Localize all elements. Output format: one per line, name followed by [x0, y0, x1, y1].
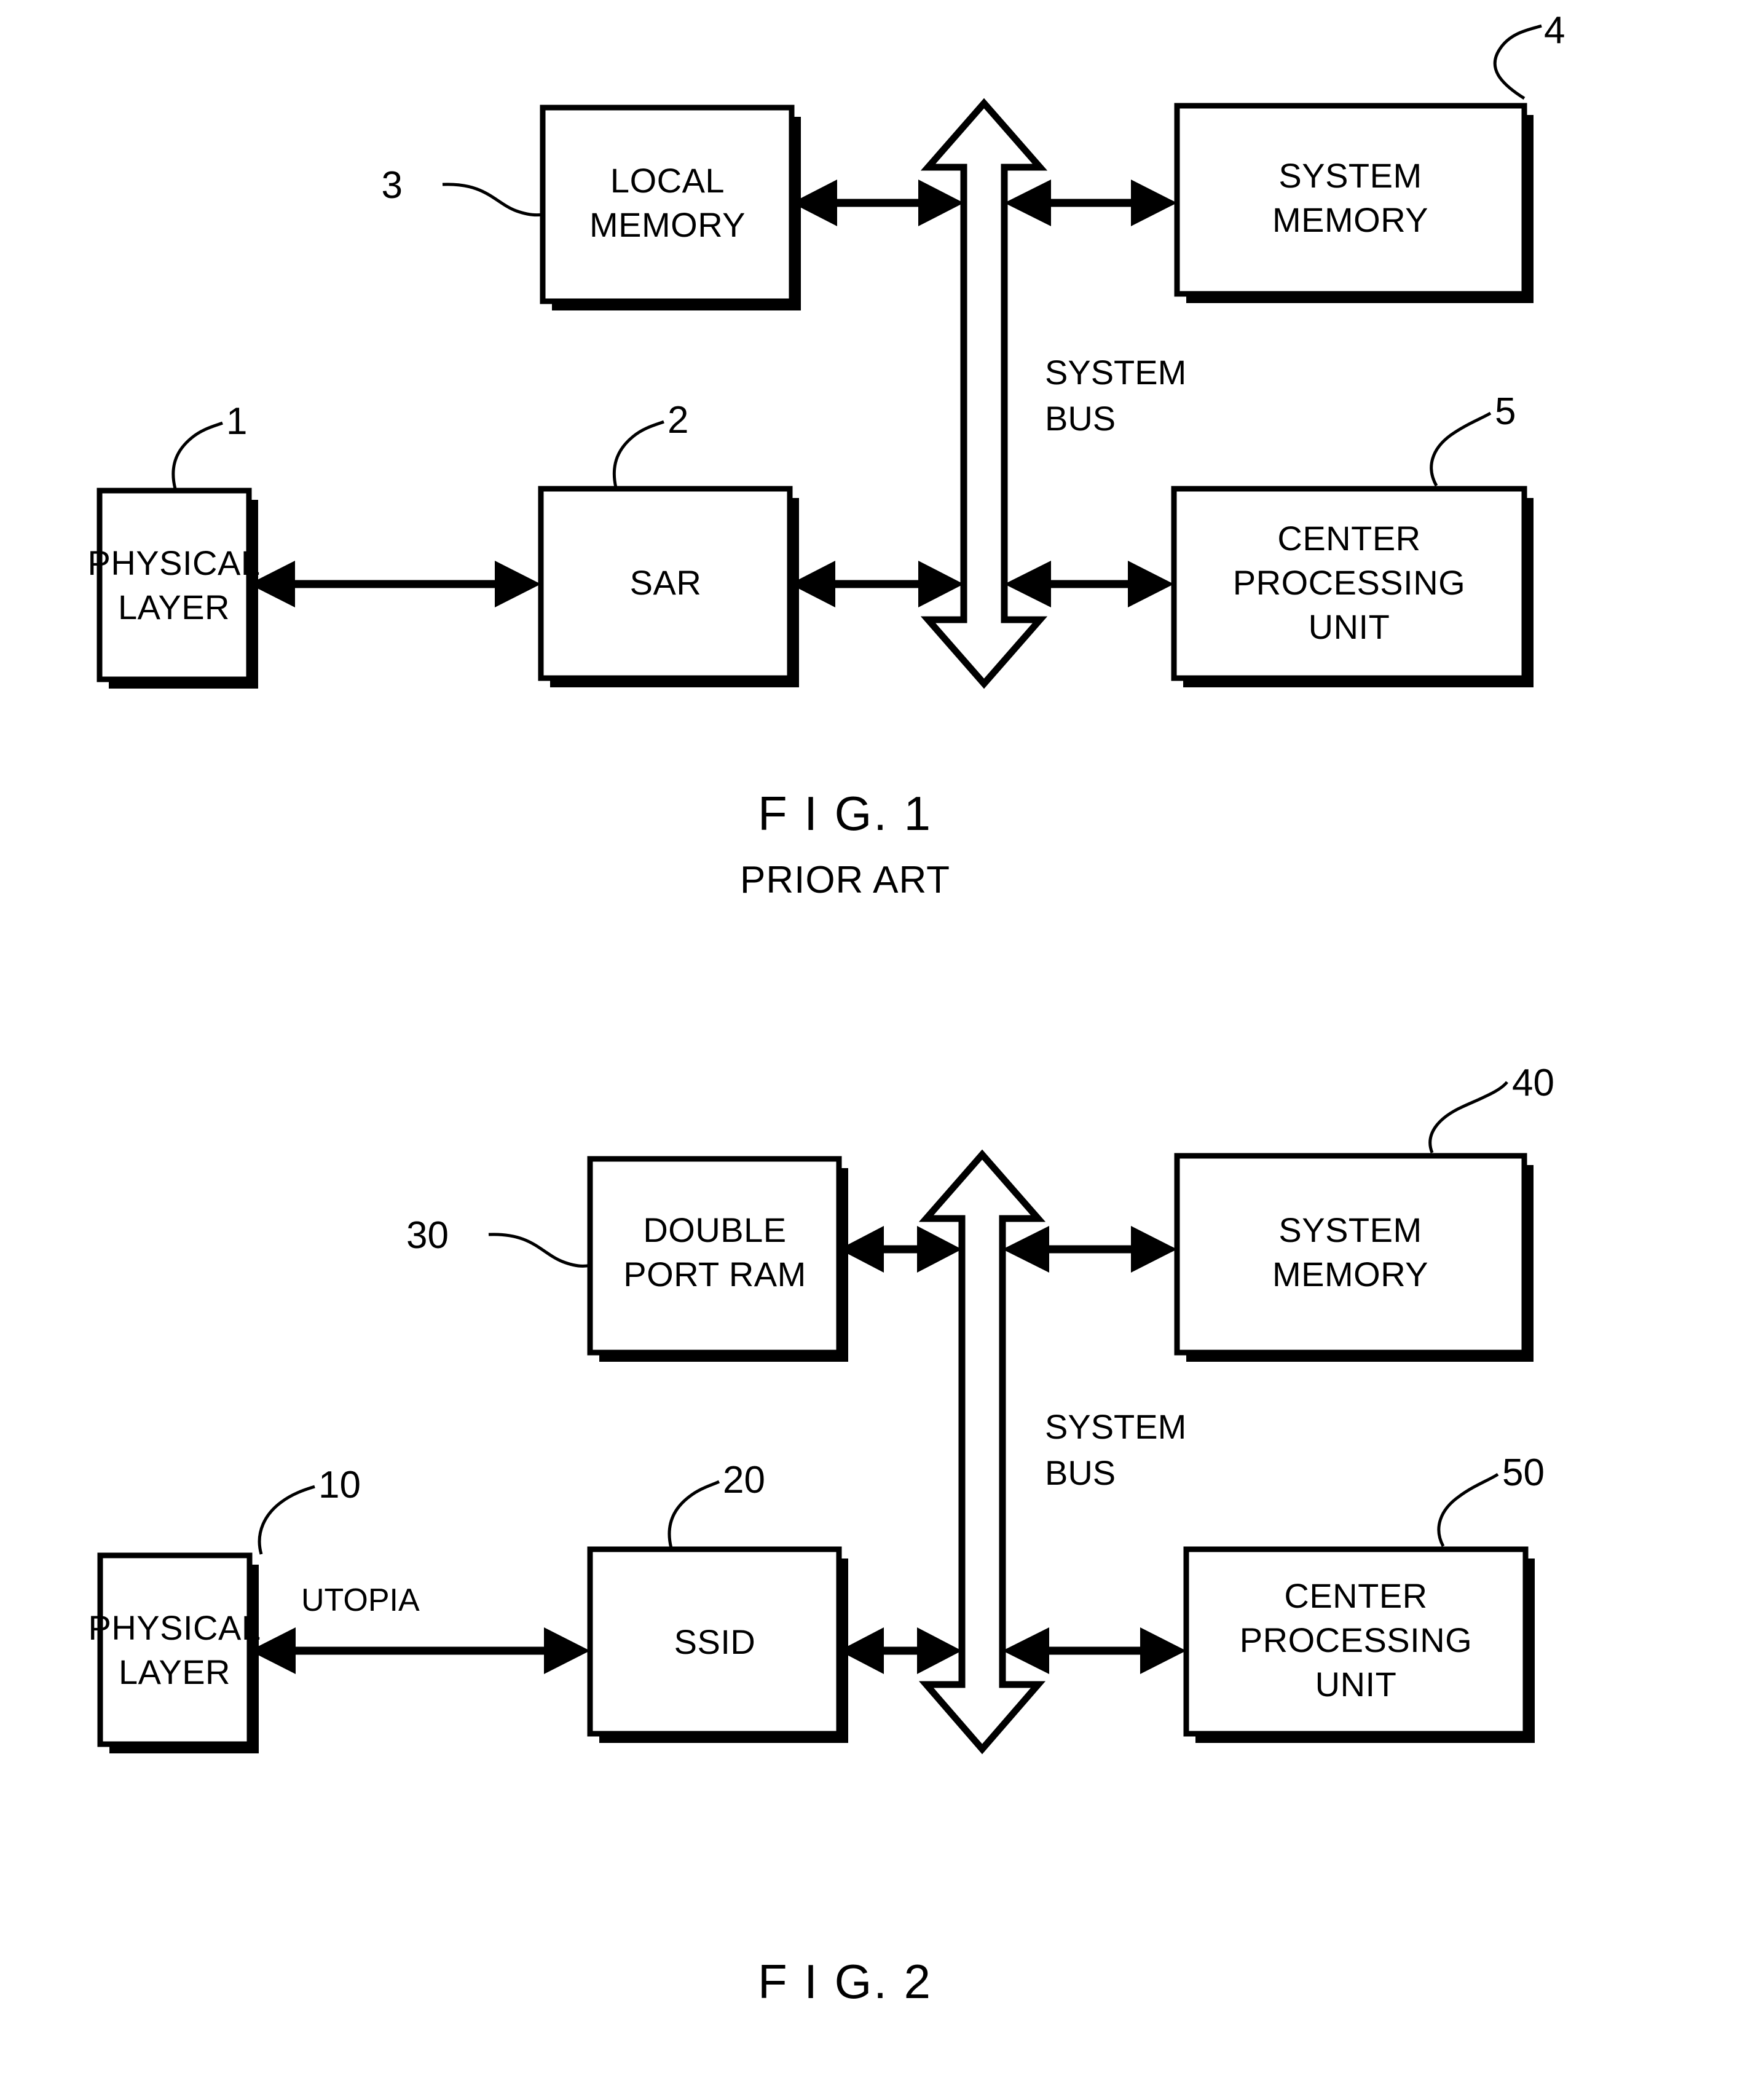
fig2-double-port-ram-label-line2: PORT RAM	[623, 1255, 806, 1294]
fig1-physical-layer-label-line2: LAYER	[118, 588, 230, 626]
fig1-system-bus-arrow	[920, 98, 1048, 689]
fig1-ref-number-4: 4	[1544, 9, 1565, 52]
fig2-center-processing-unit-box: CENTER PROCESSING UNIT	[1183, 1546, 1535, 1743]
fig1-ref-number-1: 1	[226, 400, 247, 443]
fig2-title: F I G. 2	[758, 1954, 932, 2009]
fig1-cpu-label-line2: PROCESSING	[1233, 563, 1465, 602]
fig2-double-port-ram-leader-line	[488, 1233, 591, 1268]
fig2-ref-number-30: 30	[406, 1214, 449, 1257]
fig2-system-memory-label-line1: SYSTEM	[1278, 1211, 1422, 1249]
fig1-local-memory-box: LOCAL MEMORY	[540, 105, 801, 310]
fig1-subtitle: PRIOR ART	[740, 859, 950, 901]
fig1-connector-local-memory-to-bus	[792, 180, 964, 226]
fig2-cpu-leader-line	[1437, 1472, 1499, 1547]
fig2-connector-double-port-ram-to-bus	[839, 1226, 962, 1273]
fig1-system-memory-box: SYSTEM MEMORY	[1174, 103, 1534, 303]
fig1-system-bus-label-line2: BUS	[1045, 399, 1116, 438]
fig2-system-memory-label-line2: MEMORY	[1272, 1255, 1428, 1294]
fig2-physical-layer-label-line2: LAYER	[119, 1653, 230, 1691]
fig2-system-memory-box: SYSTEM MEMORY	[1174, 1153, 1534, 1362]
fig1-system-memory-label-line2: MEMORY	[1272, 200, 1428, 239]
fig2-physical-layer-label-line1: PHYSICAL	[89, 1608, 261, 1647]
fig1-sar-leader-line	[612, 420, 664, 488]
fig2-cpu-label-line1: CENTER	[1284, 1576, 1427, 1615]
fig1-connector-physical-layer-to-sar	[249, 561, 541, 607]
figure-1: LOCAL MEMORY 3 SYSTEM MEMORY 4 PHYSICAL …	[88, 9, 1565, 901]
fig1-physical-layer-label-line1: PHYSICAL	[88, 543, 261, 582]
fig2-cpu-label-line2: PROCESSING	[1240, 1621, 1472, 1659]
fig1-system-memory-label-line1: SYSTEM	[1278, 156, 1422, 195]
fig1-sar-box: SAR	[538, 486, 799, 687]
patent-drawing-sheet: LOCAL MEMORY 3 SYSTEM MEMORY 4 PHYSICAL …	[0, 0, 1764, 2078]
fig1-sar-label: SAR	[630, 563, 702, 602]
fig1-ref-number-3: 3	[382, 164, 403, 207]
fig2-ssid-leader-line	[667, 1480, 720, 1549]
fig2-system-memory-leader-line	[1428, 1081, 1508, 1153]
fig2-connector-ssid-to-bus	[839, 1627, 962, 1674]
fig1-ref-number-2: 2	[667, 399, 688, 441]
fig2-double-port-ram-box: DOUBLE PORT RAM	[587, 1156, 848, 1362]
fig1-physical-layer-box: PHYSICAL LAYER	[88, 488, 261, 689]
fig1-local-memory-label-line1: LOCAL	[610, 161, 725, 200]
fig1-center-processing-unit-box: CENTER PROCESSING UNIT	[1171, 486, 1534, 687]
fig2-ref-number-50: 50	[1502, 1452, 1545, 1494]
figures-canvas: LOCAL MEMORY 3 SYSTEM MEMORY 4 PHYSICAL …	[88, 9, 1565, 2009]
fig2-ref-number-20: 20	[723, 1459, 765, 1501]
fig2-connector-bus-to-cpu	[1002, 1627, 1186, 1674]
fig2-physical-layer-leader-line	[258, 1485, 315, 1555]
fig1-system-memory-leader-line	[1493, 24, 1542, 100]
fig2-connector-bus-to-system-memory	[1002, 1226, 1177, 1273]
fig1-ref-number-5: 5	[1495, 390, 1516, 433]
fig1-cpu-label-line3: UNIT	[1309, 607, 1390, 646]
fig1-local-memory-label-line2: MEMORY	[589, 205, 746, 244]
figure-2: DOUBLE PORT RAM 30 SYSTEM MEMORY 40 PHYS…	[89, 1062, 1554, 2009]
fig1-title: F I G. 1	[758, 786, 932, 840]
fig1-local-memory-leader-line	[442, 183, 543, 217]
fig1-connector-bus-to-cpu	[1004, 561, 1174, 607]
fig2-ssid-label: SSID	[674, 1622, 756, 1661]
fig2-ssid-box: SSID	[587, 1546, 848, 1743]
fig2-double-port-ram-label-line1: DOUBLE	[643, 1211, 786, 1249]
fig1-system-bus-label-line1: SYSTEM	[1045, 353, 1186, 392]
fig1-connector-bus-to-system-memory	[1004, 180, 1177, 226]
fig2-system-bus-label-line2: BUS	[1045, 1453, 1116, 1492]
fig2-cpu-label-line3: UNIT	[1315, 1665, 1397, 1704]
fig2-connector-physical-layer-to-ssid: UTOPIA	[250, 1582, 590, 1674]
fig1-cpu-label-line1: CENTER	[1277, 519, 1420, 558]
fig2-system-bus-label-line1: SYSTEM	[1045, 1407, 1186, 1446]
fig1-physical-layer-leader-line	[171, 421, 223, 489]
fig2-ref-number-10: 10	[318, 1464, 361, 1506]
fig2-physical-layer-box: PHYSICAL LAYER	[89, 1552, 261, 1753]
fig1-connector-sar-to-bus	[790, 561, 964, 607]
fig2-utopia-interface-label: UTOPIA	[301, 1582, 420, 1618]
fig1-cpu-leader-line	[1430, 411, 1492, 487]
fig2-ref-number-40: 40	[1512, 1062, 1554, 1104]
